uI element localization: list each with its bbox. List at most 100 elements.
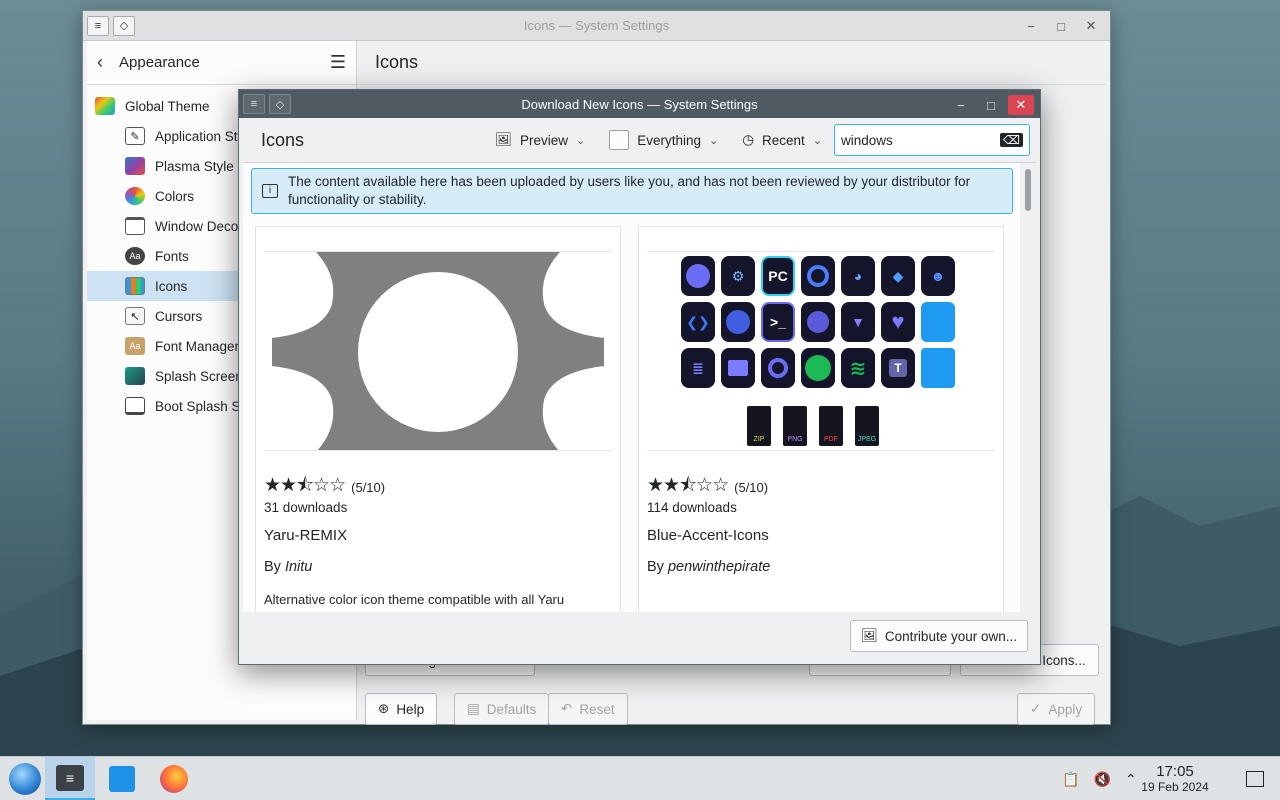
clock-time: 17:05 — [1156, 763, 1194, 780]
search-value: windows — [841, 132, 893, 148]
defaults-label: Defaults — [486, 701, 537, 717]
item-name: Yaru-REMIX — [264, 527, 348, 544]
chevron-down-icon: ⌄ — [812, 134, 822, 147]
kde-icon: ▼ — [841, 302, 875, 342]
volume-muted-icon[interactable]: 🔇 — [1093, 771, 1110, 788]
dialog-toolbar: Icons 🖼 Preview ⌄ Everything ⌄ ◷ Recent … — [239, 118, 1040, 162]
sort-label: Recent — [762, 132, 805, 148]
apply-label: Apply — [1048, 701, 1083, 717]
splash-screen-icon — [125, 367, 145, 385]
dialog-title: Download New Icons — System Settings — [521, 96, 758, 112]
taskbar: ≡ 📋 🔇 ⌃ 17:05 19 Feb 2024 — [0, 756, 1280, 800]
contribute-button[interactable]: 🖼 Contribute your own... — [849, 620, 1028, 652]
scrollbar[interactable] — [1020, 163, 1036, 612]
maximize-icon[interactable]: □ — [1048, 16, 1074, 36]
obs-studio-icon — [761, 348, 795, 388]
item-preview-image: ⚙ PC ◕ ◆ ☻ ❮❯ >_ ▼ ♥ ≣ ≋ T ZIP PNG PDF J… — [647, 251, 995, 451]
help-button[interactable]: ⊛ Help — [365, 693, 438, 725]
gimp-icon: ◕ — [841, 256, 875, 296]
item-card[interactable]: ⚙ PC ◕ ◆ ☻ ❮❯ >_ ▼ ♥ ≣ ≋ T ZIP PNG PDF J… — [638, 226, 1004, 612]
taskbar-firefox[interactable] — [149, 757, 199, 800]
main-window-title: Icons — System Settings — [523, 18, 670, 33]
item-author: By Initu — [264, 559, 312, 575]
minimize-icon[interactable]: − — [1018, 16, 1044, 36]
filter-label: Everything — [637, 132, 701, 148]
info-banner: i The content available here has been up… — [251, 168, 1013, 214]
close-icon[interactable]: ✕ — [1008, 95, 1034, 115]
clock-icon: ◷ — [742, 132, 754, 147]
obs-icon — [801, 256, 835, 296]
close-icon[interactable]: ✕ — [1078, 16, 1104, 36]
taskbar-discover[interactable] — [97, 757, 147, 800]
view-mode-label: Preview — [519, 132, 568, 148]
firefox-icon — [721, 302, 755, 342]
back-arrow-icon[interactable]: ‹ — [97, 52, 119, 73]
hamburger-menu-icon[interactable]: ☰ — [330, 52, 346, 73]
filter-checkbox-icon — [609, 130, 630, 150]
folder-icon — [921, 302, 955, 342]
heart-icon: ♥ — [881, 302, 915, 342]
view-mode-dropdown[interactable]: 🖼 Preview ⌄ — [495, 132, 585, 148]
rating-value: (5/10) — [734, 479, 769, 495]
taskbar-system-settings[interactable]: ≡ — [45, 757, 95, 800]
clock[interactable]: 17:05 19 Feb 2024 — [1130, 763, 1220, 794]
window-menu-icon[interactable]: ≡ — [243, 94, 265, 114]
steam-icon: ⚙ — [721, 256, 755, 296]
maximize-icon[interactable]: □ — [978, 95, 1004, 115]
reset-button[interactable]: ↶ Reset — [548, 693, 628, 725]
rating-stars: ★★⯪☆☆ (5/10) — [647, 475, 769, 496]
discover-icon — [109, 766, 135, 792]
terminal-icon: >_ — [761, 302, 795, 342]
page-title: Icons — [357, 41, 1106, 85]
by-prefix: By — [647, 559, 664, 575]
system-tray: 📋 🔇 ⌃ — [1062, 757, 1137, 800]
keep-above-icon[interactable]: ◇ — [269, 94, 291, 114]
item-card[interactable]: ★★⯪☆☆ (5/10) 31 downloads Yaru-REMIX By I… — [255, 226, 621, 612]
fonts-icon: Aa — [125, 247, 145, 265]
rating-stars: ★★⯪☆☆ (5/10) — [264, 475, 386, 496]
info-text-line2: functionality or stability. — [288, 192, 427, 207]
sidebar-item-label: Global Theme — [125, 98, 210, 114]
vscode-icon: ❮❯ — [681, 302, 715, 342]
teams-icon: T — [881, 348, 915, 388]
window-decorations-icon — [125, 217, 145, 235]
sidebar-item-label: Fonts — [155, 248, 189, 264]
main-titlebar[interactable]: ≡ ◇ Icons — System Settings − □ ✕ — [83, 11, 1110, 41]
window-menu-icon[interactable]: ≡ — [87, 15, 109, 36]
store-icon — [721, 348, 755, 388]
application-style-icon: ✎ — [125, 127, 145, 145]
jpeg-file-icon: JPEG — [855, 406, 879, 446]
results-grid: i The content available here has been up… — [243, 162, 1036, 612]
item-description: Alternative color icon theme compatible … — [264, 592, 565, 607]
filter-dropdown[interactable]: Everything ⌄ — [609, 130, 718, 150]
by-prefix: By — [264, 559, 281, 575]
scrollbar-thumb[interactable] — [1025, 169, 1031, 211]
disk-icon — [681, 256, 715, 296]
author-name: penwinthepirate — [667, 559, 771, 575]
sidebar-item-label: Splash Screen — [155, 368, 243, 384]
sidebar-header: ‹ Appearance ☰ — [87, 41, 356, 85]
download-count: 31 downloads — [264, 500, 348, 515]
icon-theme-preview-grid: ⚙ PC ◕ ◆ ☻ ❮❯ >_ ▼ ♥ ≣ ≋ T — [681, 256, 955, 388]
sort-dropdown[interactable]: ◷ Recent ⌄ — [742, 132, 822, 148]
dialog-titlebar[interactable]: ≡ ◇ Download New Icons — System Settings… — [239, 90, 1040, 118]
zip-file-icon: ZIP — [747, 406, 771, 446]
minimize-icon[interactable]: − — [948, 95, 974, 115]
teams-glyph: T — [889, 359, 907, 377]
clear-search-icon[interactable]: ⌫ — [1000, 133, 1023, 147]
sidebar-item-label: Colors — [155, 188, 195, 204]
info-icon: i — [262, 184, 278, 198]
global-theme-icon — [95, 97, 115, 115]
sidebar-item-label: Plasma Style — [155, 158, 234, 174]
start-menu-button[interactable] — [0, 757, 50, 800]
sidebar-back-label[interactable]: Appearance — [119, 54, 330, 71]
download-new-icons-dialog: ≡ ◇ Download New Icons — System Settings… — [238, 89, 1041, 665]
show-desktop-button[interactable] — [1246, 757, 1264, 800]
search-input[interactable]: windows ⌫ — [834, 124, 1030, 156]
defaults-button[interactable]: ▤ Defaults — [454, 693, 550, 725]
apply-button[interactable]: ✓ Apply — [1017, 693, 1096, 725]
reset-icon: ↶ — [561, 701, 573, 716]
pdf-file-icon: PDF — [819, 406, 843, 446]
clipboard-icon[interactable]: 📋 — [1062, 771, 1079, 788]
keep-above-icon[interactable]: ◇ — [113, 15, 135, 36]
